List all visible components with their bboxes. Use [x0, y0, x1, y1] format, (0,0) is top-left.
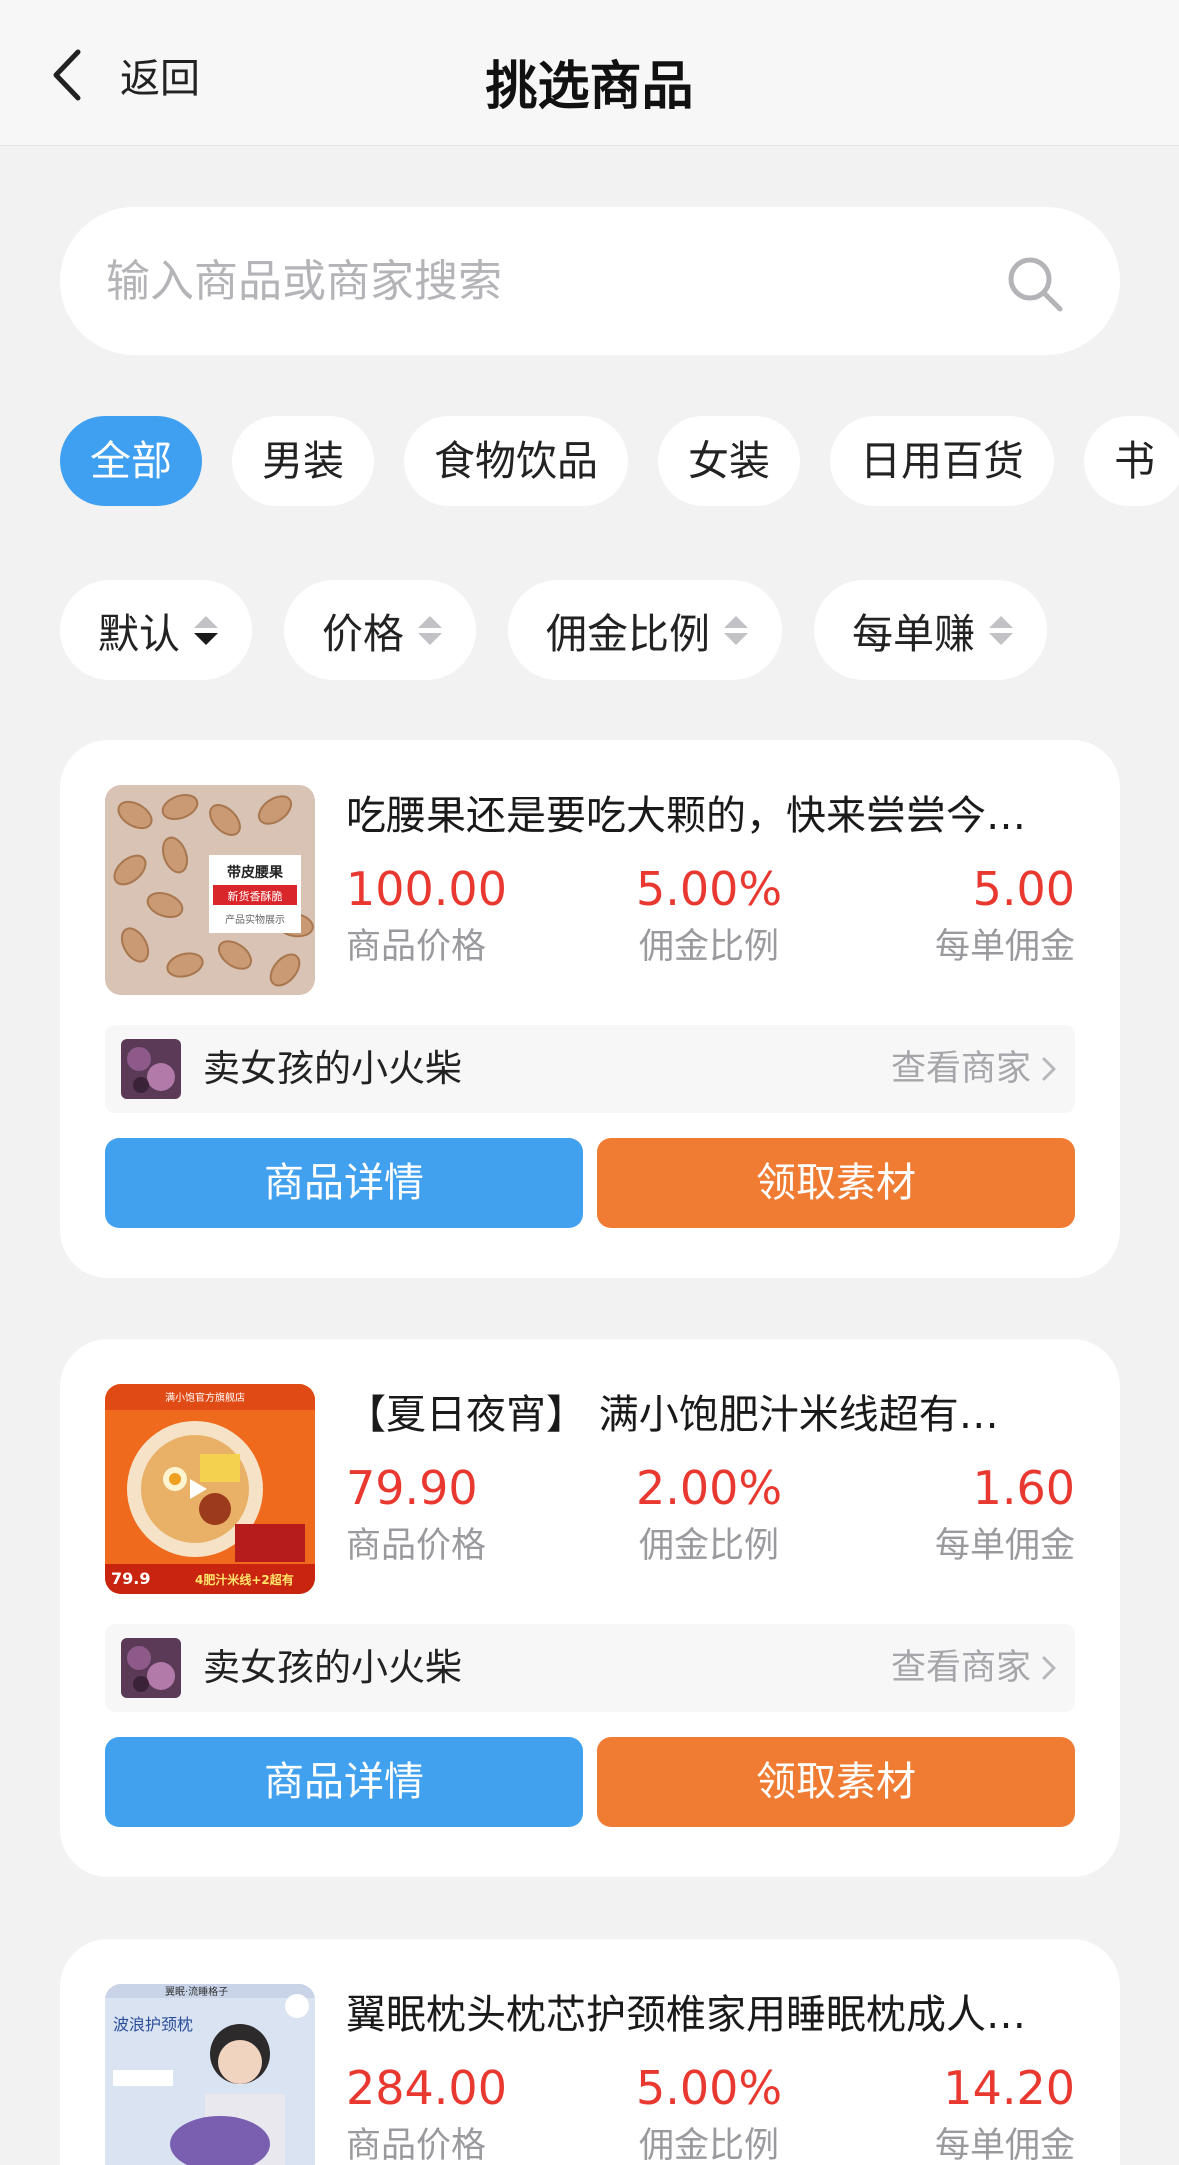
- commission-label: 每单佣金: [934, 2126, 1075, 2165]
- thumb-label: 4肥汁米线+2超有: [195, 1572, 294, 1587]
- category-food-drinks[interactable]: 食物饮品: [404, 416, 628, 506]
- rate-metric: 5.00% 佣金比例: [636, 858, 782, 974]
- product-card: 带皮腰果 新货香酥脆 产品实物展示 吃腰果还是要吃大颗的，快来尝尝今… 100.…: [60, 740, 1120, 1278]
- thumb-label: 79.9: [111, 1569, 150, 1588]
- thumb-label: 产品实物展示: [225, 913, 285, 926]
- view-merchant-label: 查看商家: [890, 1049, 1031, 1089]
- sort-commission-rate[interactable]: 佣金比例: [508, 580, 782, 680]
- sort-arrows-icon: [724, 615, 748, 645]
- sort-earn-per-order[interactable]: 每单赚: [814, 580, 1047, 680]
- category-womenswear[interactable]: 女装: [658, 416, 800, 506]
- commission-value: 1.60: [972, 1461, 1075, 1515]
- product-detail-button[interactable]: 商品详情: [105, 1737, 583, 1827]
- rate-value: 5.00%: [636, 2061, 783, 2115]
- price-value: 79.90: [346, 1461, 478, 1515]
- sort-arrows-icon: [989, 615, 1013, 645]
- thumb-label: 新货香酥脆: [228, 889, 283, 903]
- sort-default[interactable]: 默认: [60, 580, 252, 680]
- sort-arrows-icon: [194, 615, 218, 645]
- search-input[interactable]: [106, 207, 1006, 355]
- category-books[interactable]: 书: [1084, 416, 1179, 506]
- thumb-label: 满小饱官方旗舰店: [165, 1391, 245, 1404]
- rate-value: 2.00%: [636, 1461, 783, 1515]
- rate-label: 佣金比例: [638, 2126, 779, 2165]
- merchant-row[interactable]: 卖女孩的小火柴 查看商家: [105, 1025, 1075, 1113]
- sort-bar: 默认 价格 佣金比例 每单赚: [60, 580, 1047, 680]
- commission-metric: 5.00 每单佣金: [935, 858, 1075, 974]
- category-menswear[interactable]: 男装: [232, 416, 374, 506]
- navigation-bar: 返回 挑选商品: [0, 0, 1179, 146]
- sort-label: 价格: [322, 610, 404, 658]
- view-merchant-label: 查看商家: [890, 1648, 1031, 1688]
- view-merchant-link[interactable]: 查看商家: [891, 1624, 1057, 1712]
- product-card: 满小饱官方旗舰店 79.9 4肥汁米线+2超有 【夏日夜宵】 满小饱肥汁米线超有…: [60, 1339, 1120, 1877]
- sort-arrows-icon: [418, 615, 442, 645]
- commission-value: 14.20: [943, 2061, 1075, 2115]
- category-all[interactable]: 全部: [60, 416, 202, 506]
- search-bar: [60, 207, 1120, 355]
- sort-label: 默认: [98, 610, 180, 658]
- search-icon[interactable]: [1006, 255, 1064, 313]
- product-image[interactable]: 满小饱官方旗舰店 79.9 4肥汁米线+2超有: [105, 1384, 315, 1594]
- price-metric: 284.00 商品价格: [346, 2057, 507, 2165]
- rate-label: 佣金比例: [638, 927, 779, 967]
- merchant-name: 卖女孩的小火柴: [203, 1646, 462, 1689]
- product-title[interactable]: 吃腰果还是要吃大颗的，快来尝尝今…: [346, 788, 1076, 844]
- product-image[interactable]: 翼眠·流睡格子 波浪护颈枕: [105, 1984, 315, 2165]
- get-material-button[interactable]: 领取素材: [597, 1138, 1075, 1228]
- chevron-right-icon: [1042, 1656, 1056, 1680]
- thumb-label: 带皮腰果: [227, 864, 284, 881]
- product-title[interactable]: 【夏日夜宵】 满小饱肥汁米线超有…: [346, 1387, 1076, 1443]
- commission-value: 5.00: [972, 862, 1075, 916]
- sort-label: 每单赚: [852, 610, 975, 658]
- rate-label: 佣金比例: [638, 1526, 779, 1566]
- rate-metric: 2.00% 佣金比例: [636, 1457, 782, 1573]
- commission-label: 每单佣金: [934, 1526, 1075, 1566]
- thumb-label: 翼眠·流睡格子: [165, 1985, 228, 1998]
- rate-value: 5.00%: [636, 862, 783, 916]
- merchant-avatar: [121, 1039, 181, 1099]
- sort-price[interactable]: 价格: [284, 580, 476, 680]
- price-label: 商品价格: [346, 2126, 487, 2165]
- rate-metric: 5.00% 佣金比例: [636, 2057, 782, 2165]
- get-material-button[interactable]: 领取素材: [597, 1737, 1075, 1827]
- page-title: 挑选商品: [485, 57, 694, 117]
- view-merchant-link[interactable]: 查看商家: [891, 1025, 1057, 1113]
- price-metric: 79.90 商品价格: [346, 1457, 486, 1573]
- thumb-label: 波浪护颈枕: [113, 2015, 193, 2034]
- product-image[interactable]: 带皮腰果 新货香酥脆 产品实物展示: [105, 785, 315, 995]
- merchant-avatar: [121, 1638, 181, 1698]
- chevron-right-icon: [1042, 1057, 1056, 1081]
- price-label: 商品价格: [346, 927, 487, 967]
- sort-label: 佣金比例: [546, 610, 710, 658]
- commission-label: 每单佣金: [934, 927, 1075, 967]
- commission-metric: 1.60 每单佣金: [935, 1457, 1075, 1573]
- price-value: 284.00: [346, 2061, 507, 2115]
- category-tabs: 全部 男装 食物饮品 女装 日用百货书: [60, 416, 1179, 506]
- price-label: 商品价格: [346, 1526, 487, 1566]
- product-detail-button[interactable]: 商品详情: [105, 1138, 583, 1228]
- merchant-row[interactable]: 卖女孩的小火柴 查看商家: [105, 1624, 1075, 1712]
- price-value: 100.00: [346, 862, 507, 916]
- product-card: 翼眠·流睡格子 波浪护颈枕 翼眠枕头枕芯护颈椎家用睡眠枕成人… 284.00 商…: [60, 1939, 1120, 2165]
- merchant-name: 卖女孩的小火柴: [203, 1047, 462, 1090]
- category-daily-goods[interactable]: 日用百货: [830, 416, 1054, 506]
- commission-metric: 14.20 每单佣金: [935, 2057, 1075, 2165]
- product-title[interactable]: 翼眠枕头枕芯护颈椎家用睡眠枕成人…: [346, 1987, 1076, 2043]
- price-metric: 100.00 商品价格: [346, 858, 507, 974]
